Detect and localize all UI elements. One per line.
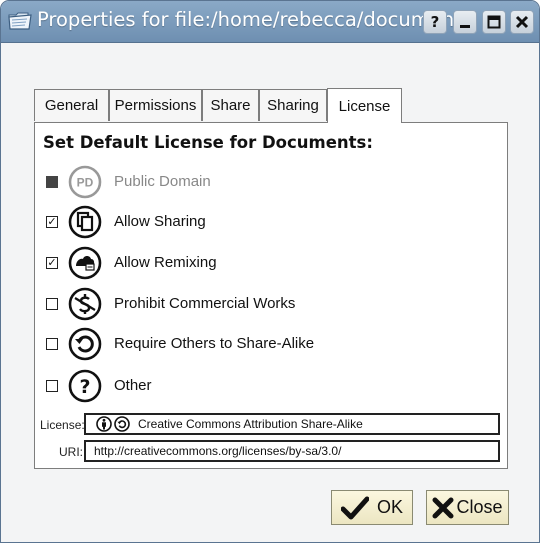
tab-license[interactable]: License [327,88,402,123]
license-panel: Set Default License for Documents: PD Pu… [34,122,508,469]
license-label: License: [40,418,85,432]
option-prohibit-commercial[interactable]: Prohibit Commercial Works [35,285,495,323]
tab-sharing[interactable]: Sharing [259,89,327,121]
close-icon [515,15,529,29]
other-label: Other [114,377,152,394]
prohibit-commercial-checkbox[interactable] [46,298,58,310]
svg-text:?: ? [79,376,90,398]
share-alike-icon [68,327,102,361]
window-title: Properties for file:/home/rebecca/docume… [37,8,472,31]
ok-label: OK [376,497,403,517]
svg-text:PD: PD [77,176,94,190]
allow-remixing-checkbox[interactable]: ✓ [46,257,58,269]
tab-share[interactable]: Share [202,89,259,121]
noncommercial-icon [68,287,102,321]
allow-sharing-label: Allow Sharing [114,213,206,230]
share-icon [68,205,102,239]
tab-permissions[interactable]: Permissions [109,89,202,121]
minimize-icon [460,25,470,28]
license-value: Creative Commons Attribution Share-Alike [138,417,363,431]
folder-app-icon [8,12,32,30]
minimize-button[interactable] [453,10,477,34]
help-icon: ? [430,13,440,31]
ok-button[interactable]: OK [331,490,413,525]
uri-label: URI: [59,445,83,459]
maximize-button[interactable] [482,10,506,34]
share-alike-checkbox[interactable] [46,338,58,350]
license-heading: Set Default License for Documents: [43,133,373,152]
option-allow-remixing[interactable]: ✓ Allow Remixing [35,244,495,282]
public-domain-icon: PD [68,165,102,199]
close-button[interactable]: Close [426,490,509,525]
option-allow-sharing[interactable]: ✓ Allow Sharing [35,203,495,241]
public-domain-checkbox[interactable] [46,176,58,188]
option-share-alike[interactable]: Require Others to Share-Alike [35,325,495,363]
tab-general[interactable]: General [34,89,109,121]
prohibit-commercial-label: Prohibit Commercial Works [114,295,296,312]
remix-icon [68,246,102,280]
other-icon: ? [68,369,102,403]
public-domain-label: Public Domain [114,173,211,190]
checkmark-icon [340,496,369,519]
allow-sharing-checkbox[interactable]: ✓ [46,216,58,228]
license-field: Creative Commons Attribution Share-Alike [84,413,500,435]
option-public-domain[interactable]: PD Public Domain [35,163,495,201]
help-button[interactable]: ? [423,10,447,34]
properties-window: Properties for file:/home/rebecca/docume… [0,0,540,543]
uri-field[interactable]: http://creativecommons.org/licenses/by-s… [84,440,500,462]
share-alike-label: Require Others to Share-Alike [114,335,315,352]
option-other[interactable]: ? Other [35,367,495,405]
sa-small-icon [114,416,130,432]
allow-remixing-label: Allow Remixing [114,254,217,271]
title-bar[interactable]: Properties for file:/home/rebecca/docume… [1,1,539,43]
x-icon [432,497,454,518]
other-checkbox[interactable] [46,380,58,392]
by-icon [96,416,112,432]
maximize-icon [487,15,501,29]
close-label: Close [456,497,503,517]
uri-value: http://creativecommons.org/licenses/by-s… [94,444,342,458]
close-window-button[interactable] [510,10,534,34]
